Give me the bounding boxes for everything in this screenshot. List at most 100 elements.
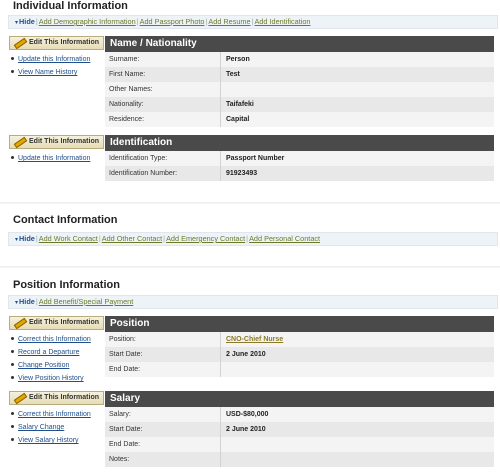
field-label: Start Date: [105,422,221,437]
position-actions-bar: ▾Hide|Add Benefit/Special Payment [8,295,498,309]
change-position-link[interactable]: Change Position [18,362,69,369]
list-item[interactable]: Update this Information [11,153,105,166]
field-label: Start Date: [105,347,221,362]
list-item[interactable]: Correct this Information [11,409,105,422]
field-value [221,362,494,377]
field-label: Nationality: [105,97,221,112]
field-value: 2 June 2010 [226,351,266,358]
edit-identification-button[interactable]: Edit This Information [9,135,104,149]
add-passport-photo-link[interactable]: Add Passport Photo [140,17,205,26]
edit-position-button[interactable]: Edit This Information [9,316,104,330]
separator: | [163,234,166,243]
field-label: End Date: [105,437,221,452]
add-demographic-link[interactable]: Add Demographic Information [39,17,136,26]
view-position-history-link[interactable]: View Position History [18,375,84,382]
add-emergency-contact-link[interactable]: Add Emergency Contact [166,234,245,243]
separator: | [35,17,38,26]
identification-sidelinks: Update this Information [11,153,105,166]
individual-info-title: Individual Information [13,0,128,12]
panel-heading: Identification [105,135,494,151]
hide-link[interactable]: Hide [19,17,35,26]
separator: | [35,297,38,306]
position-panel: Position Position: CNO-Chief Nurse Start … [105,316,494,377]
correct-info-link[interactable]: Correct this Information [18,411,91,418]
table-row: Nationality: Taifafeki [105,97,494,112]
correct-info-link[interactable]: Correct this Information [18,336,91,343]
table-row: First Name: Test [105,67,494,82]
collapse-arrow-icon[interactable]: ▾ [15,20,18,26]
table-row: Salary: USD-$80,000 [105,407,494,422]
bullet-icon [11,70,14,74]
separator: | [246,234,249,243]
position-value-link[interactable]: CNO-Chief Nurse [221,332,494,347]
field-value: Taifafeki [226,101,254,108]
individual-actions-bar: ▾Hide|Add Demographic Information|Add Pa… [8,15,498,29]
field-label: End Date: [105,362,221,377]
bullet-icon [11,376,14,380]
collapse-arrow-icon[interactable]: ▾ [15,237,18,243]
edit-name-button[interactable]: Edit This Information [9,36,104,50]
field-value: Passport Number [226,155,285,162]
separator: | [35,234,38,243]
salary-sidelinks: Correct this Information Salary Change V… [11,409,105,448]
pencil-icon [14,38,26,47]
bullet-icon [11,425,14,429]
add-other-contact-link[interactable]: Add Other Contact [102,234,162,243]
table-row: End Date: [105,437,494,452]
bullet-icon [11,438,14,442]
view-salary-history-link[interactable]: View Salary History [18,437,79,444]
position-info-title: Position Information [13,279,120,291]
hide-link[interactable]: Hide [19,234,35,243]
table-row: Identification Type: Passport Number [105,151,494,166]
table-row: Notes: [105,452,494,467]
field-value: Test [226,71,240,78]
list-item[interactable]: Correct this Information [11,334,105,347]
add-personal-contact-link[interactable]: Add Personal Contact [249,234,320,243]
list-item[interactable]: View Name History [11,67,105,80]
field-value: USD-$80,000 [226,411,269,418]
bullet-icon [11,363,14,367]
add-resume-link[interactable]: Add Resume [208,17,250,26]
contact-actions-bar: ▾Hide|Add Work Contact|Add Other Contact… [8,232,498,246]
field-label: First Name: [105,67,221,82]
add-work-contact-link[interactable]: Add Work Contact [39,234,98,243]
list-item[interactable]: View Position History [11,373,105,386]
list-item[interactable]: Record a Departure [11,347,105,360]
edit-salary-button[interactable]: Edit This Information [9,391,104,405]
field-label: Other Names: [105,82,221,97]
hide-link[interactable]: Hide [19,297,35,306]
position-sidelinks: Correct this Information Record a Depart… [11,334,105,386]
name-sidelinks: Update this Information View Name Histor… [11,54,105,80]
collapse-arrow-icon[interactable]: ▾ [15,300,18,306]
field-label: Identification Type: [105,151,221,166]
separator: | [136,17,139,26]
list-item[interactable]: Update this Information [11,54,105,67]
pencil-icon [14,137,26,146]
field-value: 91923493 [226,170,258,177]
field-label: Notes: [105,452,221,467]
table-row: Position: CNO-Chief Nurse [105,332,494,347]
table-row: Other Names: [105,82,494,97]
field-label: Salary: [105,407,221,422]
list-item[interactable]: Salary Change [11,422,105,435]
add-identification-link[interactable]: Add Identification [254,17,310,26]
contact-info-title: Contact Information [13,214,118,226]
update-info-link[interactable]: Update this Information [18,56,90,63]
table-row: Start Date: 2 June 2010 [105,422,494,437]
panel-heading: Salary [105,391,494,407]
add-benefit-link[interactable]: Add Benefit/Special Payment [39,297,134,306]
field-value: Capital [226,116,250,123]
view-name-history-link[interactable]: View Name History [18,69,77,76]
field-value [221,437,494,452]
table-row: End Date: [105,362,494,377]
record-departure-link[interactable]: Record a Departure [18,349,79,356]
salary-change-link[interactable]: Salary Change [18,424,64,431]
list-item[interactable]: Change Position [11,360,105,373]
field-label: Position: [105,332,221,347]
list-item[interactable]: View Salary History [11,435,105,448]
update-info-link[interactable]: Update this Information [18,155,90,162]
field-label: Surname: [105,52,221,67]
field-label: Identification Number: [105,166,221,181]
pencil-icon [14,318,26,327]
table-row: Surname: Person [105,52,494,67]
